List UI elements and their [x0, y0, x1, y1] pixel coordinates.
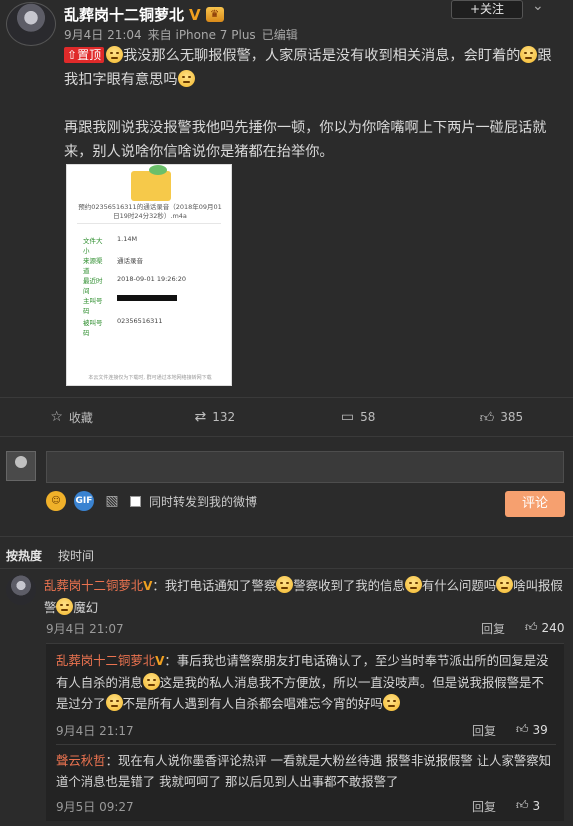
reply-like-button[interactable]: 👍︎ 39 [516, 722, 548, 737]
attachment-image[interactable]: 预约02356516311的通话录音（2018年09月01日19时24分32秒）… [66, 164, 232, 386]
post-header: 乱葬岗十二铜萝北 V ♛ 9月4日 21:04 来自 iPhone 7 Plus… [0, 0, 573, 46]
divider [0, 536, 573, 537]
reply-time: 9月4日 21:17 [56, 724, 134, 738]
comment-body: 乱葬岗十二铜萝北V：我打电话通知了警察 警察收到了我的信息 有什么问题吗 啥叫报假警魔… [44, 576, 563, 615]
star-icon: ☆ [50, 409, 63, 425]
repost-icon: ⇄ [194, 409, 207, 425]
edited-label[interactable]: 已编辑 [262, 26, 298, 43]
comment-icon: ▭ [340, 409, 355, 425]
thumbs-up-icon: 👍︎ [516, 722, 529, 736]
author-row: 乱葬岗十二铜萝北 V ♛ [64, 4, 224, 25]
repost-checkbox[interactable] [130, 495, 141, 507]
reply-body: 聲云秋哲：现在有人说你墨香评论热评 一看就是大粉丝待遇 报警非说报假警 让人家警… [56, 753, 552, 789]
reply-button[interactable]: 回复 [472, 722, 496, 739]
commenter-avatar[interactable] [6, 575, 36, 605]
comment-composer: ☺ GIF ▧ 同时转发到我的微博 评论 [0, 437, 573, 529]
follow-button[interactable]: +关注 [451, 0, 523, 19]
post-paragraph-1: ⇧置顶 我没那么无聊报假警，人家原话是没有收到相关消息，会盯着的 跟我扣字眼有意思吗 [64, 44, 564, 92]
repost-checkbox-label: 同时转发到我的微博 [149, 494, 258, 509]
sleepy-emoji-icon [520, 46, 538, 63]
sleepy-emoji-icon [404, 576, 422, 593]
sleepy-emoji-icon [142, 673, 160, 690]
submit-comment-button[interactable]: 评论 [505, 491, 565, 517]
sort-tabs: 按热度 按时间 [6, 547, 94, 564]
tab-by-hot[interactable]: 按热度 [6, 547, 42, 564]
attachment-row: 文件大小 1.14M [83, 235, 138, 255]
attachment-row: 最近时间 2018-09-01 19:26:20 [83, 275, 187, 295]
sleepy-emoji-icon [496, 576, 514, 593]
action-bar: ☆ 收藏 ⇄ 132 ▭ 58 👍︎ 385 [0, 402, 573, 432]
post-source: 来自 iPhone 7 Plus [147, 28, 256, 42]
comment-time: 9月4日 21:07 [46, 622, 124, 636]
smile-emoji-icon[interactable]: ☺ [46, 491, 66, 511]
attachment-row: 被叫号码 02356516311 [83, 317, 163, 337]
commenter-name[interactable]: 乱葬岗十二铜萝北 [44, 578, 143, 593]
post-text-segment: 我没那么无聊报假警，人家原话是没有收到相关消息，会盯着的 [123, 48, 521, 64]
sleepy-emoji-icon [276, 576, 294, 593]
reply-body: 乱葬岗十二铜萝北V：事后我也请警察朋友打电话确认了，至少当时奉节派出所的回复是没… [56, 653, 549, 711]
reply-button[interactable]: 回复 [481, 620, 505, 637]
reply-button[interactable]: 回复 [472, 798, 496, 815]
composer-tools: ☺ GIF ▧ 同时转发到我的微博 [46, 491, 257, 511]
sleepy-emoji-icon [382, 694, 400, 711]
pinned-badge: ⇧置顶 [64, 47, 105, 63]
repost-button[interactable]: ⇄ 132 [143, 402, 286, 432]
author-avatar[interactable] [6, 2, 56, 46]
attachment-row: 主叫号码 [83, 295, 223, 315]
sleepy-emoji-icon [105, 694, 123, 711]
thumbs-up-icon: 👍︎ [479, 409, 495, 426]
reply-like-button[interactable]: 👍︎ 3 [516, 798, 540, 813]
author-name[interactable]: 乱葬岗十二铜萝北 [64, 4, 184, 25]
comment-button[interactable]: ▭ 58 [287, 402, 430, 432]
level-badge-icon: ♛ [205, 7, 224, 22]
like-button[interactable]: 👍︎ 385 [430, 402, 573, 432]
comment-item: 乱葬岗十二铜萝北V：我打电话通知了警察 警察收到了我的信息 有什么问题吗 啥叫报假警魔… [0, 575, 573, 639]
attachment-title: 预约02356516311的通话录音（2018年09月01日19时24分32秒）… [78, 203, 222, 220]
pinned-label: 置顶 [77, 48, 102, 62]
thumbs-up-icon: 👍︎ [525, 620, 538, 634]
thumbs-up-icon: 👍︎ [516, 798, 529, 812]
post-paragraph-2: 再跟我刚说我没报警我他吗先捶你一顿，你以为你啥嘴啊上下两片一碰屁话就来，别人说啥… [64, 120, 547, 160]
sleepy-emoji-icon [106, 46, 124, 63]
chevron-down-icon[interactable]: ⌄ [532, 0, 544, 14]
sleepy-emoji-icon [177, 70, 195, 87]
replier-name[interactable]: 乱葬岗十二铜萝北 [56, 653, 155, 668]
sleepy-emoji-icon [56, 598, 74, 615]
replier-name[interactable]: 聲云秋哲 [56, 753, 106, 768]
my-avatar [6, 451, 36, 481]
divider [0, 397, 573, 398]
divider [0, 568, 573, 569]
tab-by-time[interactable]: 按时间 [58, 547, 94, 564]
gif-icon[interactable]: GIF [74, 491, 94, 511]
comment-input[interactable] [46, 451, 564, 483]
attachment-footer: 本云文件连接仅为下载时, 群可通过本地网络接转网下载 [88, 375, 212, 381]
folder-icon [131, 165, 171, 201]
attachment-row: 来源渠道 通话录音 [83, 257, 143, 275]
favorite-button[interactable]: ☆ 收藏 [0, 402, 143, 432]
post-meta: 9月4日 21:04 来自 iPhone 7 Plus 已编辑 [64, 26, 298, 43]
image-icon[interactable]: ▧ [102, 491, 122, 511]
post-date[interactable]: 9月4日 21:04 [64, 26, 142, 43]
comment-like-button[interactable]: 👍︎ 240 [525, 620, 564, 635]
verified-badge-icon: V [189, 5, 201, 24]
attachment-divider [77, 223, 221, 224]
redacted-bar [117, 295, 177, 301]
divider [56, 744, 556, 745]
reply-time: 9月5日 09:27 [56, 800, 134, 814]
replies-box: 乱葬岗十二铜萝北V：事后我也请警察朋友打电话确认了，至少当时奉节派出所的回复是没… [46, 643, 564, 821]
